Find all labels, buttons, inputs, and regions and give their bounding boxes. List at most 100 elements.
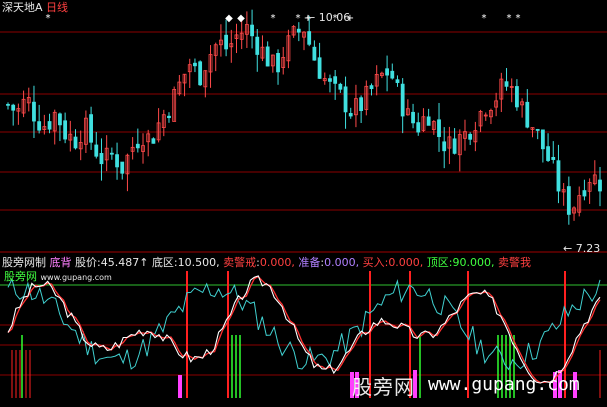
candle[interactable] bbox=[535, 128, 540, 140]
candle[interactable] bbox=[94, 131, 99, 159]
candle[interactable] bbox=[52, 109, 57, 145]
candle[interactable] bbox=[504, 68, 509, 91]
kline-chart[interactable]: * ◆ ◆ * * + * + * * * bbox=[0, 0, 607, 407]
candle[interactable] bbox=[219, 24, 223, 57]
candle[interactable] bbox=[89, 106, 93, 150]
candle[interactable] bbox=[540, 129, 545, 163]
candle[interactable] bbox=[187, 58, 192, 88]
candle[interactable] bbox=[333, 69, 338, 100]
candle[interactable] bbox=[348, 107, 353, 119]
candle[interactable] bbox=[566, 176, 571, 225]
candle[interactable] bbox=[68, 120, 73, 152]
candle[interactable] bbox=[437, 102, 441, 152]
candle[interactable] bbox=[141, 133, 145, 164]
candle[interactable] bbox=[11, 103, 16, 126]
candle[interactable] bbox=[281, 46, 286, 75]
candle[interactable] bbox=[244, 11, 249, 48]
candle[interactable] bbox=[411, 103, 415, 129]
candle[interactable] bbox=[265, 41, 270, 67]
candle[interactable] bbox=[6, 102, 10, 110]
candle[interactable] bbox=[405, 99, 410, 116]
candle[interactable] bbox=[379, 71, 384, 79]
candle[interactable] bbox=[146, 129, 151, 157]
candle[interactable] bbox=[577, 186, 582, 217]
candle[interactable] bbox=[156, 108, 161, 143]
candle[interactable] bbox=[426, 108, 431, 126]
candle[interactable] bbox=[478, 109, 483, 133]
candle[interactable] bbox=[515, 79, 519, 111]
candle[interactable] bbox=[520, 98, 525, 118]
candle[interactable] bbox=[203, 70, 208, 98]
candle[interactable] bbox=[296, 22, 301, 42]
candle[interactable] bbox=[182, 73, 187, 97]
candle[interactable] bbox=[572, 206, 576, 221]
candle[interactable] bbox=[395, 75, 400, 87]
candle[interactable] bbox=[234, 23, 239, 54]
candle[interactable] bbox=[198, 60, 203, 86]
candle[interactable] bbox=[343, 76, 348, 129]
candle[interactable] bbox=[551, 141, 556, 164]
candle[interactable] bbox=[489, 108, 493, 125]
candle[interactable] bbox=[359, 95, 364, 124]
candle[interactable] bbox=[224, 19, 229, 57]
candle[interactable] bbox=[328, 74, 332, 93]
candle[interactable] bbox=[109, 147, 114, 160]
candle[interactable] bbox=[374, 65, 379, 96]
candle[interactable] bbox=[390, 63, 395, 80]
candle[interactable] bbox=[63, 112, 68, 144]
candle[interactable] bbox=[302, 31, 306, 51]
candle[interactable] bbox=[463, 119, 467, 151]
candle[interactable] bbox=[494, 92, 499, 117]
candle[interactable] bbox=[338, 82, 343, 93]
candle[interactable] bbox=[364, 80, 369, 116]
candle[interactable] bbox=[270, 54, 275, 73]
candle[interactable] bbox=[457, 129, 462, 172]
candle[interactable] bbox=[58, 112, 62, 142]
candle[interactable] bbox=[276, 49, 280, 85]
candle[interactable] bbox=[499, 72, 504, 113]
candle[interactable] bbox=[468, 132, 473, 145]
candle[interactable] bbox=[592, 160, 597, 186]
candle[interactable] bbox=[104, 135, 109, 172]
candle[interactable] bbox=[229, 29, 234, 63]
candle[interactable] bbox=[509, 78, 514, 103]
candle[interactable] bbox=[130, 137, 135, 160]
candle[interactable] bbox=[561, 182, 566, 206]
candle[interactable] bbox=[120, 161, 125, 180]
candle[interactable] bbox=[208, 45, 213, 88]
candle[interactable] bbox=[582, 179, 587, 201]
candle[interactable] bbox=[99, 138, 104, 181]
candle[interactable] bbox=[416, 112, 421, 136]
candle[interactable] bbox=[193, 58, 197, 73]
price-candles[interactable] bbox=[6, 9, 602, 225]
candle[interactable] bbox=[151, 137, 156, 144]
candle[interactable] bbox=[26, 87, 31, 112]
candle[interactable] bbox=[167, 112, 171, 123]
candle[interactable] bbox=[16, 103, 21, 125]
candle[interactable] bbox=[587, 178, 592, 204]
candle[interactable] bbox=[260, 35, 265, 62]
candle[interactable] bbox=[483, 112, 488, 121]
candle[interactable] bbox=[556, 144, 561, 204]
candle[interactable] bbox=[546, 133, 550, 162]
candle[interactable] bbox=[78, 130, 83, 161]
candle[interactable] bbox=[317, 42, 322, 79]
candle[interactable] bbox=[250, 9, 254, 49]
candle[interactable] bbox=[421, 108, 426, 132]
candle[interactable] bbox=[385, 55, 389, 92]
candle[interactable] bbox=[286, 29, 291, 69]
candle[interactable] bbox=[21, 90, 26, 118]
candle[interactable] bbox=[322, 72, 327, 85]
candle[interactable] bbox=[47, 113, 52, 134]
candle[interactable] bbox=[312, 40, 317, 61]
candle[interactable] bbox=[473, 121, 478, 152]
candle[interactable] bbox=[177, 75, 182, 96]
candle[interactable] bbox=[431, 120, 436, 135]
candle[interactable] bbox=[291, 25, 296, 38]
candle[interactable] bbox=[255, 29, 260, 72]
candle[interactable] bbox=[115, 142, 119, 180]
candle[interactable] bbox=[172, 86, 177, 122]
candle[interactable] bbox=[400, 78, 405, 134]
candle[interactable] bbox=[354, 84, 358, 128]
candle[interactable] bbox=[525, 89, 530, 129]
